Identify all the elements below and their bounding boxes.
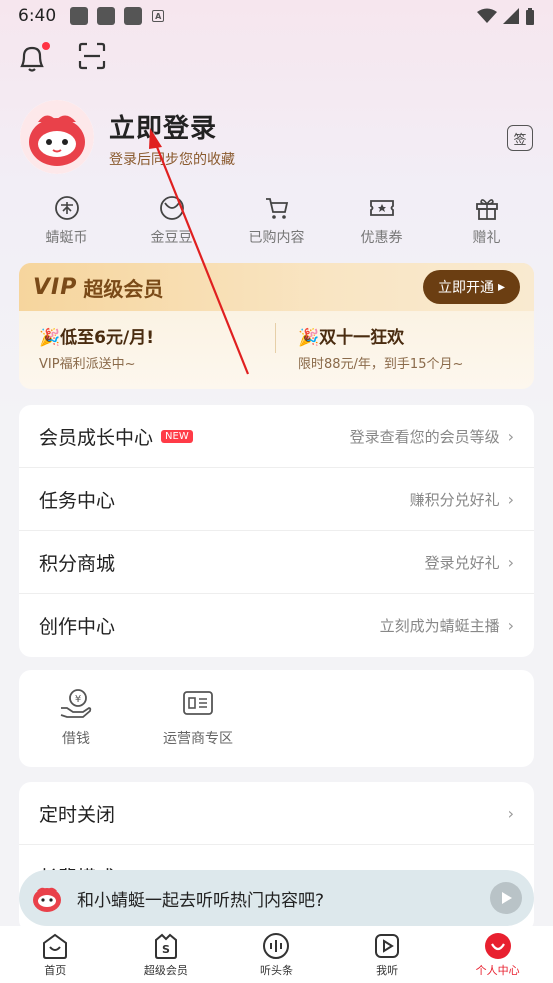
- vip-offer[interactable]: 🎉双十一狂欢 限时88元/年，到手15个月~: [275, 323, 534, 372]
- menu-title: 任务中心: [39, 489, 116, 512]
- svg-text:S: S: [162, 943, 170, 956]
- bell-icon[interactable]: [18, 42, 50, 74]
- chevron-right-icon: ›: [507, 552, 514, 572]
- audio-wave-icon: [263, 932, 290, 959]
- tab-headlines[interactable]: 听头条: [221, 926, 332, 983]
- menu-row-creation[interactable]: 创作中心 立刻成为蜻蜓主播 ›: [19, 594, 534, 657]
- login-subtitle: 登录后同步您的收藏: [109, 152, 235, 168]
- menu-hint: 登录查看您的会员等级: [349, 427, 500, 446]
- vip-offer[interactable]: 🎉低至6元/月! VIP福利派送中~: [19, 323, 275, 372]
- tool-loan[interactable]: ¥ 借钱: [59, 688, 93, 748]
- tab-super-vip[interactable]: S 超级会员: [111, 926, 222, 983]
- play-square-icon: [375, 933, 400, 958]
- ticket-icon: [369, 195, 395, 221]
- wifi-icon: [477, 8, 497, 23]
- status-bar: 6:40 A: [0, 0, 553, 32]
- tab-label: 我听: [376, 963, 399, 977]
- quick-link-gifts[interactable]: 赠礼: [434, 195, 539, 247]
- scan-icon[interactable]: [78, 42, 106, 74]
- loan-icon: ¥: [60, 689, 92, 718]
- home-icon: [43, 933, 68, 959]
- vip-offer-main: 🎉低至6元/月!: [39, 328, 154, 348]
- signal-icon: [503, 8, 519, 24]
- menu-title: 会员成长中心: [39, 426, 154, 449]
- play-icon: [502, 892, 512, 904]
- chevron-right-icon: ›: [507, 616, 514, 635]
- quick-link-coins[interactable]: 蜻蜓币: [14, 195, 119, 247]
- notification-icon: [70, 7, 89, 25]
- tool-carrier[interactable]: 运营商专区: [163, 688, 233, 748]
- profile-section: 立即登录 登录后同步您的收藏 签: [20, 100, 535, 180]
- vip-bag-icon: S: [154, 933, 177, 959]
- menu-row-timer[interactable]: 定时关闭 ›: [19, 782, 534, 845]
- menu-row-growth[interactable]: 会员成长中心 NEW 登录查看您的会员等级 ›: [19, 405, 534, 468]
- unread-dot: [42, 42, 50, 50]
- tool-label: 运营商专区: [163, 731, 233, 747]
- quick-link-label: 已购内容: [248, 230, 305, 246]
- quick-link-coupons[interactable]: 优惠券: [329, 195, 434, 247]
- tab-my-listen[interactable]: 我听: [332, 926, 443, 983]
- tab-label: 个人中心: [475, 963, 520, 977]
- tab-profile[interactable]: 个人中心: [442, 926, 553, 983]
- tab-label: 超级会员: [143, 963, 188, 977]
- battery-icon: [526, 7, 534, 25]
- tools-card: ¥ 借钱 运营商专区: [19, 670, 534, 767]
- menu-hint: 立刻成为蜻蜓主播: [379, 617, 500, 635]
- chevron-right-icon: ›: [507, 803, 514, 823]
- quick-link-label: 金豆豆: [150, 230, 193, 246]
- login-title[interactable]: 立即登录: [109, 108, 217, 145]
- vip-logo: VIP: [33, 274, 78, 300]
- svg-text:¥: ¥: [75, 694, 81, 705]
- menu-hint: 登录兑好礼: [424, 553, 500, 572]
- bottom-tab-bar: 首页 S 超级会员 听头条 我听 个人中心: [0, 926, 553, 983]
- notification-icon: [97, 7, 116, 25]
- play-button[interactable]: [490, 882, 522, 914]
- menu-title: 积分商城: [39, 552, 116, 575]
- sign-in-button[interactable]: 签: [507, 125, 533, 151]
- float-bar-text: 和小蜻蜓一起去听听热门内容吧?: [77, 890, 325, 911]
- tab-home[interactable]: 首页: [0, 926, 111, 983]
- quick-link-beans[interactable]: 金豆豆: [119, 195, 224, 247]
- tab-label: 首页: [44, 963, 67, 977]
- quick-link-label: 赠礼: [472, 230, 501, 246]
- mascot-icon: [33, 887, 61, 912]
- vip-header: VIP 超级会员 立即开通 ▸: [19, 263, 534, 311]
- play-arrow-icon: ▸: [497, 279, 506, 295]
- tool-label: 借钱: [62, 731, 90, 747]
- menu-title: 创作中心: [39, 616, 116, 638]
- menu-row-points-mall[interactable]: 积分商城 登录兑好礼 ›: [19, 531, 534, 594]
- coin-icon: [54, 195, 80, 221]
- chevron-right-icon: ›: [507, 489, 514, 509]
- chevron-right-icon: ›: [507, 426, 514, 446]
- menu-title: 定时关闭: [39, 803, 116, 826]
- recommend-float-bar[interactable]: 和小蜻蜓一起去听听热门内容吧?: [19, 870, 534, 926]
- menu-card: 会员成长中心 NEW 登录查看您的会员等级 › 任务中心 赚积分兑好礼 › 积分…: [19, 405, 534, 657]
- tab-label: 听头条: [259, 963, 293, 977]
- vip-offer-sub: VIP福利派送中~: [39, 357, 136, 372]
- menu-row-tasks[interactable]: 任务中心 赚积分兑好礼 ›: [19, 468, 534, 531]
- gift-icon: [474, 195, 500, 221]
- vip-offer-main: 🎉双十一狂欢: [298, 328, 405, 348]
- profile-tab-icon: [484, 932, 511, 959]
- notification-icon: [124, 7, 143, 25]
- cart-icon: [264, 195, 290, 221]
- vip-offer-sub: 限时88元/年，到手15个月~: [298, 357, 464, 372]
- quick-link-label: 蜻蜓币: [45, 230, 88, 246]
- vip-title: 超级会员: [83, 276, 164, 301]
- quick-links: 蜻蜓币 金豆豆 已购内容 优惠券 赠礼: [14, 195, 539, 247]
- vip-open-button[interactable]: 立即开通 ▸: [423, 270, 520, 304]
- vip-open-label: 立即开通: [437, 280, 494, 296]
- carrier-icon: [183, 691, 213, 715]
- quick-link-label: 优惠券: [360, 230, 403, 246]
- new-badge: NEW: [161, 429, 193, 443]
- status-time: 6:40: [18, 6, 57, 26]
- quick-link-purchased[interactable]: 已购内容: [224, 195, 329, 247]
- menu-hint: 赚积分兑好礼: [409, 490, 500, 509]
- bean-icon: [159, 195, 185, 221]
- a-icon: A: [152, 10, 165, 22]
- vip-card[interactable]: VIP 超级会员 立即开通 ▸ 🎉低至6元/月! VIP福利派送中~ 🎉双十一狂…: [19, 263, 534, 389]
- avatar[interactable]: [20, 100, 94, 174]
